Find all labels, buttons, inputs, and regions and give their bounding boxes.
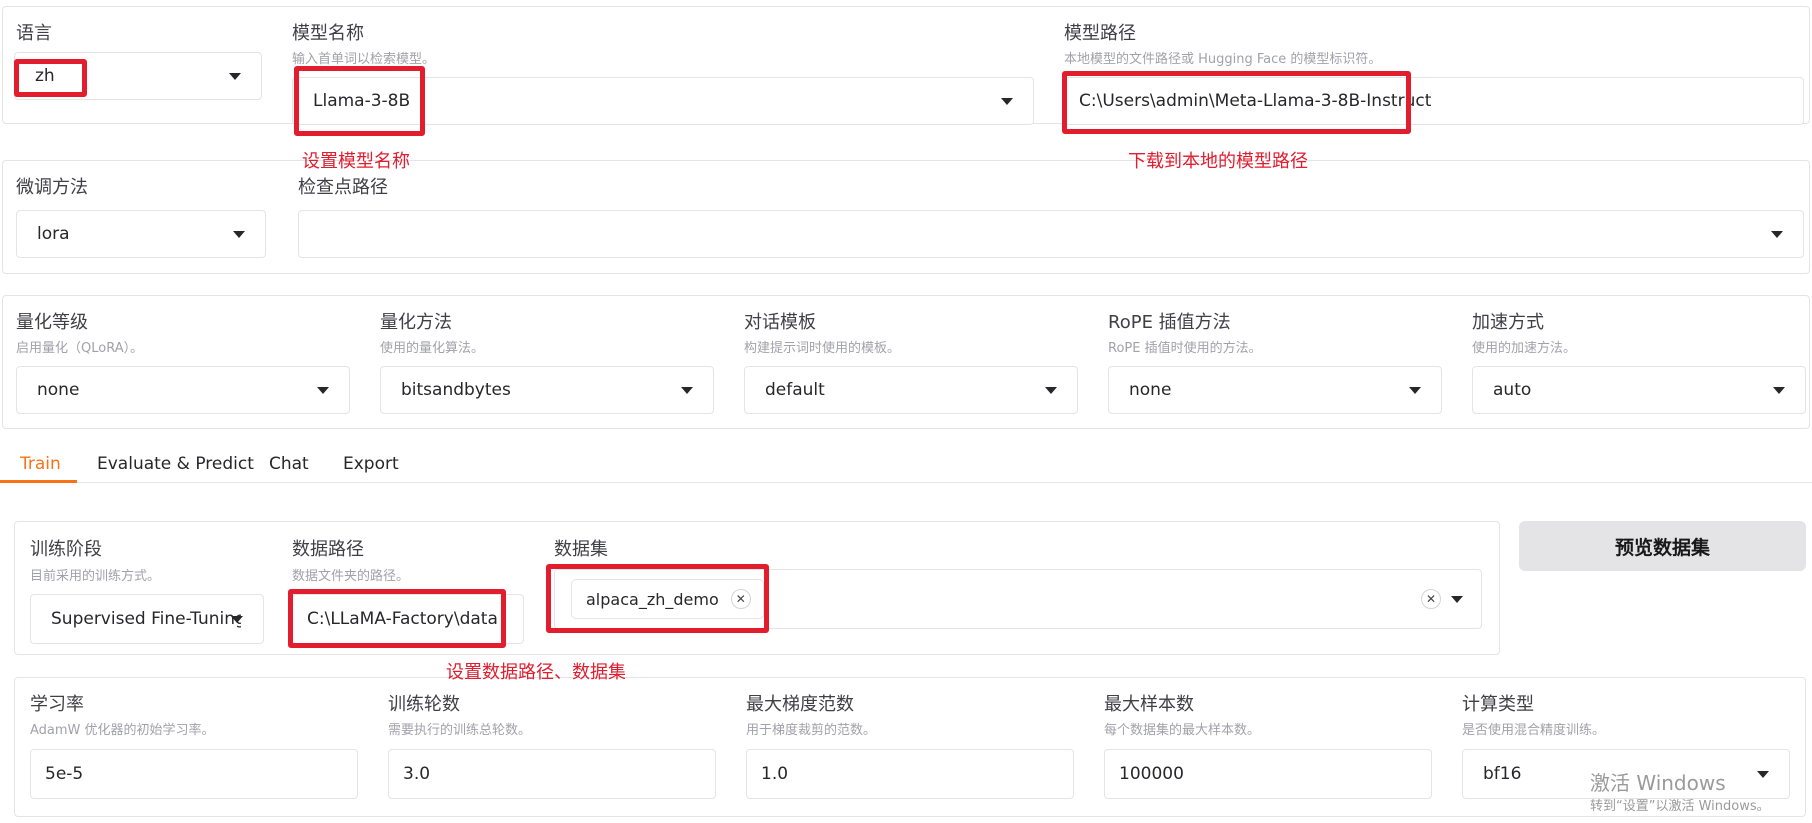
annotation-model-name: 设置模型名称 [302,151,410,172]
model-path-hint: 本地模型的文件路径或 Hugging Face 的模型标识符。 [1064,52,1382,67]
grad-norm-label: 最大梯度范数 [746,694,854,715]
chevron-down-icon [233,230,245,238]
booster-label: 加速方式 [1472,312,1544,333]
max-samples-value: 100000 [1119,764,1184,784]
chevron-down-icon [317,386,329,394]
max-samples-label: 最大样本数 [1104,694,1194,715]
quant-bit-hint: 启用量化（QLoRA）。 [16,341,144,356]
highlight-dataset [546,564,769,633]
chevron-down-icon [1001,97,1013,105]
tab-bar [0,482,1812,483]
tab-chat[interactable]: Chat [269,454,309,474]
chevron-down-icon [1773,386,1785,394]
tab-export[interactable]: Export [343,454,399,474]
grad-norm-value: 1.0 [761,764,789,784]
activation-watermark-title: 激活 Windows [1590,771,1726,795]
chevron-down-icon [1451,595,1463,603]
epochs-label: 训练轮数 [388,694,460,715]
epochs-input[interactable]: 3.0 [388,749,716,799]
quant-method-label: 量化方法 [380,312,452,333]
grad-norm-input[interactable]: 1.0 [746,749,1074,799]
template-value: default [765,380,825,400]
chevron-down-icon [1771,230,1783,238]
lr-hint: AdamW 优化器的初始学习率。 [30,723,215,738]
dataset-label: 数据集 [554,539,608,560]
chevron-down-icon [1757,770,1769,778]
chevron-down-icon [229,72,241,80]
max-samples-hint: 每个数据集的最大样本数。 [1104,723,1261,738]
checkpoint-select[interactable] [298,210,1804,258]
highlight-language [14,59,87,97]
tab-train-underline [0,480,77,483]
preview-dataset-label: 预览数据集 [1614,536,1710,559]
booster-hint: 使用的加速方法。 [1472,341,1577,356]
annotation-model-path: 下载到本地的模型路径 [1128,151,1308,172]
chevron-down-icon [1045,386,1057,394]
rope-select[interactable]: none [1108,366,1442,414]
rope-value: none [1129,380,1172,400]
stage-label: 训练阶段 [30,539,102,560]
highlight-data-path [288,589,506,648]
max-samples-input[interactable]: 100000 [1104,749,1432,799]
activation-watermark-subtitle: 转到“设置”以激活 Windows。 [1590,799,1770,814]
model-name-label: 模型名称 [292,23,364,44]
highlight-model-path [1062,71,1411,134]
chevron-down-icon [231,615,243,623]
finetune-method-select[interactable]: lora [16,210,266,258]
grad-norm-hint: 用于梯度裁剪的范数。 [746,723,877,738]
chevron-down-icon [1409,386,1421,394]
epochs-hint: 需要执行的训练总轮数。 [388,723,532,738]
template-select[interactable]: default [744,366,1078,414]
compute-type-hint: 是否使用混合精度训练。 [1462,723,1606,738]
tab-evaluate[interactable]: Evaluate & Predict [97,454,254,474]
template-label: 对话模板 [744,312,816,333]
quant-method-select[interactable]: bitsandbytes [380,366,714,414]
rope-hint: RoPE 插值时使用的方法。 [1108,341,1262,356]
clear-icon[interactable]: ✕ [1421,589,1441,609]
compute-type-label: 计算类型 [1462,694,1534,715]
quant-bit-label: 量化等级 [16,312,88,333]
lr-value: 5e-5 [45,764,84,784]
quant-method-hint: 使用的量化算法。 [380,341,485,356]
data-path-label: 数据路径 [292,539,364,560]
quant-bit-value: none [37,380,80,400]
template-hint: 构建提示词时使用的模板。 [744,341,901,356]
highlight-model-name [294,66,425,136]
lr-label: 学习率 [30,694,84,715]
annotation-data: 设置数据路径、数据集 [446,662,626,683]
lr-input[interactable]: 5e-5 [30,749,358,799]
tab-train[interactable]: Train [20,454,61,474]
booster-select[interactable]: auto [1472,366,1806,414]
stage-hint: 目前采用的训练方式。 [30,569,161,584]
chevron-down-icon [681,386,693,394]
quant-method-value: bitsandbytes [401,380,511,400]
data-path-hint: 数据文件夹的路径。 [292,569,410,584]
stage-value: Supervised Fine-Tuning [51,609,241,629]
finetune-method-label: 微调方法 [16,177,88,198]
preview-dataset-button[interactable]: 预览数据集 [1519,521,1806,571]
booster-value: auto [1493,380,1532,400]
language-label: 语言 [16,23,52,44]
checkpoint-label: 检查点路径 [298,177,388,198]
epochs-value: 3.0 [403,764,431,784]
rope-label: RoPE 插值方法 [1108,312,1231,333]
model-path-label: 模型路径 [1064,23,1136,44]
finetune-method-value: lora [37,224,70,244]
model-name-hint: 输入首单词以检索模型。 [292,52,436,67]
stage-select[interactable]: Supervised Fine-Tuning [30,594,264,644]
quant-bit-select[interactable]: none [16,366,350,414]
